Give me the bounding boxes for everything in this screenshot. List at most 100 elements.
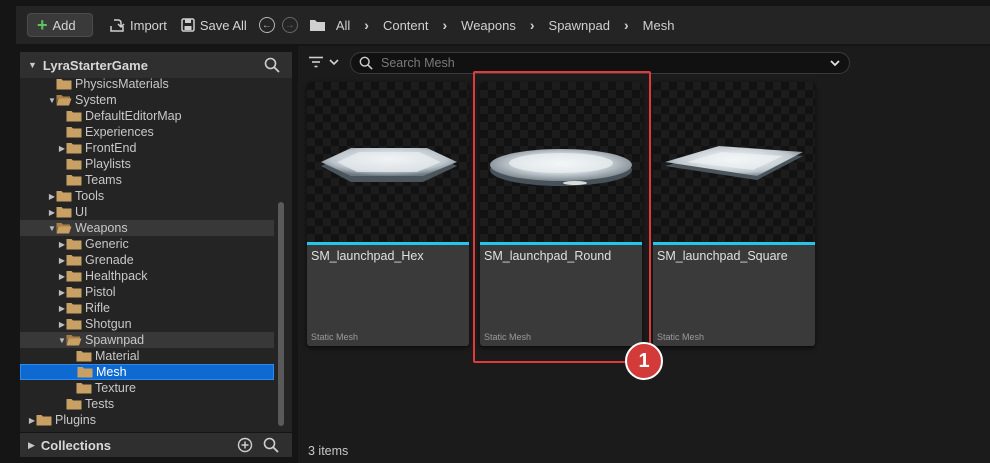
save-all-button[interactable]: Save All [181,13,247,37]
breadcrumb-spawnpad[interactable]: Spawnpad [549,18,610,33]
folder-icon [76,351,92,362]
plus-icon: + [37,15,48,35]
tree-item[interactable]: ▶ Generic [20,236,274,252]
save-all-button-label: Save All [199,17,247,33]
asset-tile[interactable]: SM_launchpad_Square Static Mesh [653,82,815,346]
tree-item-label: Weapons [75,221,128,235]
tree-item-label: DefaultEditorMap [85,109,182,123]
tree-item[interactable]: ▶ Plugins [20,412,274,428]
folder-icon [66,159,82,170]
asset-type-color-bar [653,242,815,245]
import-icon [110,19,125,32]
folder-icon [66,127,82,138]
asset-thumbnail [307,82,469,242]
import-button-label: Import [130,17,167,33]
square-launchpad-preview [665,146,803,180]
folder-icon [76,383,92,394]
tree-item[interactable]: ▶ FrontEnd [20,140,274,156]
tree-item-label: Texture [95,381,136,395]
tree-item[interactable]: ▶ Shotgun [20,316,274,332]
tree-item-label: Mesh [96,365,127,379]
breadcrumb-mesh[interactable]: Mesh [643,18,675,33]
expand-arrow-icon[interactable]: ▶ [28,440,35,451]
add-button[interactable]: + Add [27,13,93,37]
add-button-label: Add [52,17,76,33]
breadcrumb-content[interactable]: Content [383,18,429,33]
annotation-badge: 1 [625,342,663,380]
tree-item[interactable]: ▶ UI [20,204,274,220]
breadcrumb-separator-icon[interactable]: › [443,17,448,33]
folder-icon [66,287,82,298]
breadcrumb-separator-icon[interactable]: › [530,17,535,33]
tree-item-label: Tests [85,397,115,411]
tree-item[interactable]: Teams [20,172,274,188]
folder-icon [66,303,82,314]
tree-item-label: Generic [85,237,129,251]
tree-item-label: Shotgun [85,317,132,331]
tree-item[interactable]: ▶ Pistol [20,284,274,300]
breadcrumb-weapons[interactable]: Weapons [461,18,516,33]
annotation-highlight-box [473,71,651,363]
tree-item[interactable]: ▼ System [20,92,274,108]
breadcrumb-separator-icon[interactable]: › [364,17,369,33]
search-icon[interactable] [263,437,279,453]
tree-item[interactable]: ▼ Spawnpad [20,332,274,348]
tree-item[interactable]: ▶ Tools [20,188,274,204]
folder-open-icon [56,95,72,106]
tree-item[interactable]: ▼ Weapons [20,220,274,236]
breadcrumb-separator-icon[interactable]: › [624,17,629,33]
tree-item-label: Healthpack [85,269,148,283]
tree-item[interactable]: Tests [20,396,274,412]
chevron-down-icon[interactable] [829,58,841,68]
search-icon [359,56,373,70]
tree-item[interactable]: Mesh [20,364,274,380]
tree-item-label: Playlists [85,157,131,171]
folder-icon [66,143,82,154]
tree-item[interactable]: ▶ Grenade [20,252,274,268]
tree-item[interactable]: ▶ Rifle [20,300,274,316]
folder-icon [66,255,82,266]
folder-icon [66,239,82,250]
search-input[interactable] [381,56,811,70]
tree-item[interactable]: Experiences [20,124,274,140]
folder-open-icon [66,335,82,346]
filter-button[interactable] [308,56,340,68]
folder-icon [66,175,82,186]
forward-arrow-icon[interactable]: → [281,17,298,33]
tree-root-header[interactable]: ▼ LyraStarterGame [20,52,292,78]
collections-label: Collections [40,437,111,453]
tree-item-label: Grenade [85,253,134,267]
import-button[interactable]: Import [109,13,167,37]
asset-type: Static Mesh [657,332,705,342]
tree-item[interactable]: PhysicsMaterials [20,76,274,92]
back-arrow-icon[interactable]: ← [258,17,275,33]
asset-type: Static Mesh [311,332,359,342]
breadcrumb-all[interactable]: All [336,18,350,33]
folder-icon [56,207,72,218]
tree-item[interactable]: Playlists [20,156,274,172]
add-collection-icon[interactable] [237,437,253,453]
hex-launchpad-preview [321,148,457,182]
save-icon [181,18,195,32]
asset-tile[interactable]: SM_launchpad_Hex Static Mesh [307,82,469,346]
folder-icon[interactable] [309,18,326,32]
folder-open-icon [56,223,72,234]
folder-icon [66,399,82,410]
tree-scrollbar[interactable] [278,202,284,426]
search-icon[interactable] [264,57,280,73]
tree-item-label: Spawnpad [85,333,145,347]
tree-item[interactable]: ▶ Healthpack [20,268,274,284]
folder-icon [66,319,82,330]
tree-item[interactable]: Texture [20,380,274,396]
tree-item-label: Experiences [85,125,154,139]
tree-item-label: Tools [75,189,105,203]
item-count: 3 items [308,444,349,458]
collections-header[interactable]: ▶ Collections [20,433,292,457]
tree-item-label: Teams [85,173,122,187]
tree-item-label: FrontEnd [85,141,137,155]
tree-item[interactable]: Material [20,348,274,364]
tree-item[interactable]: DefaultEditorMap [20,108,274,124]
tree-item-label: UI [75,205,88,219]
asset-thumbnail [653,82,815,242]
collapse-arrow-icon[interactable]: ▼ [28,60,37,70]
